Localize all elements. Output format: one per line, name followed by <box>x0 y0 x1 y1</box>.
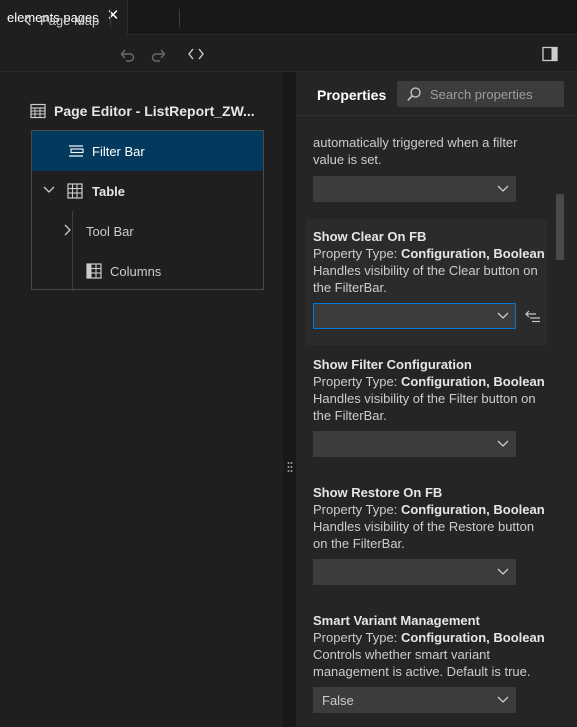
page-editor-title: Page Editor - ListReport_ZW... <box>30 103 255 119</box>
toolbar-separator <box>179 9 180 27</box>
chevron-down-icon <box>497 185 509 192</box>
columns-icon <box>86 263 102 279</box>
undo-icon[interactable] <box>118 45 136 63</box>
property-description: the FilterBar. <box>313 408 387 423</box>
property-description: Handles visibility of the Clear button o… <box>313 263 538 278</box>
property-title: Smart Variant Management <box>313 613 480 628</box>
search-icon <box>407 87 421 101</box>
property-description: the FilterBar. <box>313 280 387 295</box>
show-restore-on-fb-dropdown[interactable] <box>313 559 516 585</box>
table-icon <box>67 183 83 199</box>
property-title: Show Filter Configuration <box>313 357 472 372</box>
page-toolbar <box>0 35 577 72</box>
chevron-right-icon[interactable] <box>63 224 73 236</box>
reset-value-icon[interactable] <box>524 308 542 324</box>
search-placeholder: Search properties <box>430 87 533 102</box>
properties-title: Properties <box>317 87 387 103</box>
pane-sash[interactable] <box>283 72 296 727</box>
code-icon[interactable] <box>187 45 205 63</box>
tree-item-label: Table <box>92 183 125 199</box>
properties-scrollbar[interactable] <box>556 194 564 260</box>
split-editor-icon[interactable] <box>541 45 559 63</box>
chevron-down-icon[interactable] <box>43 185 55 195</box>
property-description: Handles visibility of the Filter button … <box>313 391 536 406</box>
show-filter-configuration-dropdown[interactable] <box>313 431 516 457</box>
drag-handle-icon[interactable] <box>287 461 293 473</box>
page-map-button[interactable]: Page Map <box>22 10 99 30</box>
outline-tree: Filter Bar Table Tool Bar Columns <box>31 130 264 291</box>
property-title: Show Clear On FB <box>313 229 427 244</box>
property-description: on the FilterBar. <box>313 536 405 551</box>
property-type: Property Type: Configuration, Boolean <box>313 374 545 389</box>
chevron-down-icon <box>497 696 509 703</box>
property-type: Property Type: Configuration, Boolean <box>313 502 545 517</box>
tree-item-label: Columns <box>110 263 162 279</box>
filter-bar-icon <box>69 145 84 157</box>
page-map-label: Page Map <box>40 12 100 28</box>
property-description: value is set. <box>313 152 382 167</box>
chevron-down-icon <box>497 440 509 447</box>
property-description: Handles visibility of the Restore button <box>313 519 535 534</box>
page-editor-icon <box>30 103 46 119</box>
tree-item-table[interactable]: Table <box>32 171 263 211</box>
tree-item-tool-bar[interactable]: Tool Bar <box>32 211 263 251</box>
close-icon[interactable]: ✕ <box>106 8 120 24</box>
show-clear-on-fb-dropdown[interactable] <box>313 303 516 329</box>
toolbar-separator <box>110 9 111 27</box>
tree-item-filter-bar[interactable]: Filter Bar <box>32 131 263 171</box>
tree-item-columns[interactable]: Columns <box>32 251 263 291</box>
property-description: management is active. Default is true. <box>313 664 531 679</box>
page-editor-title-text: Page Editor - ListReport_ZW... <box>54 103 255 119</box>
redo-icon[interactable] <box>150 45 168 63</box>
tree-item-label: Tool Bar <box>86 223 134 239</box>
property-dropdown[interactable] <box>313 176 516 202</box>
property-type: Property Type: Configuration, Boolean <box>313 246 545 261</box>
tree-item-label: Filter Bar <box>92 143 145 159</box>
chevron-down-icon <box>497 568 509 575</box>
property-description: Controls whether smart variant <box>313 647 491 662</box>
property-title: Show Restore On FB <box>313 485 443 500</box>
smart-variant-management-dropdown[interactable]: False <box>313 687 516 713</box>
property-type: Property Type: Configuration, Boolean <box>313 630 545 645</box>
chevron-down-icon <box>497 312 509 319</box>
property-description: automatically triggered when a filter <box>313 135 518 150</box>
chevron-left-icon <box>24 14 31 26</box>
